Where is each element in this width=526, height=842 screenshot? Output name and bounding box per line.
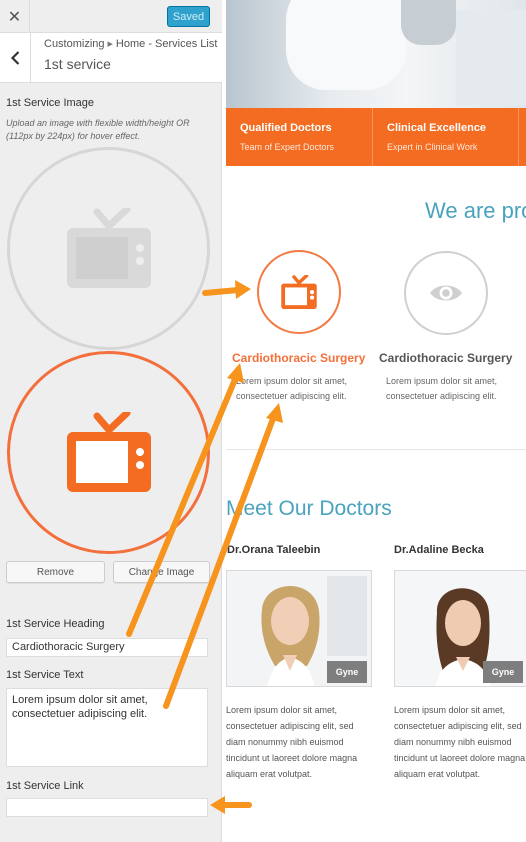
feature-item[interactable]: Qualified Doctors Team of Expert Doctors [226,108,371,166]
doctor-photo[interactable]: Gyne [226,570,372,687]
feature-item[interactable] [518,108,526,166]
service-text-textarea[interactable]: Lorem ipsum dolor sit amet, consectetuer… [6,688,208,767]
breadcrumb-path: Home - Services List [115,38,218,50]
service-icon-circle[interactable] [257,250,341,334]
feature-title: Clinical Excellence [387,122,487,134]
service-heading-label: 1st Service Heading [6,618,105,630]
eye-icon [430,285,462,301]
service-heading-input[interactable]: Cardiothoracic Surgery [6,638,208,657]
chevron-left-icon[interactable] [0,33,31,83]
service-title[interactable]: Cardiothoracic Surgery [379,351,512,365]
tv-icon [66,411,151,492]
service-icon-circle[interactable] [404,251,488,335]
service-text-label: 1st Service Text [6,669,84,681]
caret-right-icon: ▶ [107,41,113,48]
remove-image-button[interactable]: Remove [6,561,105,583]
service-title[interactable]: Cardiothoracic Surgery [232,351,365,365]
change-image-button[interactable]: Change Image [113,561,210,583]
service-link-label: 1st Service Link [6,780,84,792]
section-divider [226,449,526,450]
service-image-preview-default [7,147,210,350]
customizer-topbar: ✕ Saved [0,0,222,33]
tv-icon [66,207,151,288]
service-image-label: 1st Service Image [6,97,95,109]
customizer-panel: ✕ Saved Customizing ▶ Home - Services List… [0,0,222,842]
site-preview: Qualified Doctors Team of Expert Doctors… [222,0,526,842]
service-image-description: Upload an image with flexible width/heig… [6,118,190,141]
feature-bar: Qualified Doctors Team of Expert Doctors… [226,108,526,166]
doctor-bio: Lorem ipsum dolor sit amet, consectetuer… [394,705,526,779]
doctor-name: Dr.Orana Taleebin [227,544,321,556]
hero-image [226,0,526,108]
service-text: Lorem ipsum dolor sit amet, consectetuer… [236,376,348,401]
doctor-name: Dr.Adaline Becka [394,544,484,556]
feature-item[interactable]: Clinical Excellence Expert in Clinical W… [372,108,517,166]
doctor-photo[interactable]: Gyne [394,570,526,687]
section-title: 1st service [44,56,111,72]
saved-button[interactable]: Saved [167,6,210,27]
doctor-specialty-tag: Gyne [483,661,523,683]
feature-title: Qualified Doctors [240,122,332,134]
feature-subtitle: Expert in Clinical Work [387,142,478,152]
doctors-heading: Meet Our Doctors [226,497,392,520]
feature-subtitle: Team of Expert Doctors [240,142,335,152]
doctor-bio: Lorem ipsum dolor sit amet, consectetuer… [226,705,358,779]
doctor-specialty-tag: Gyne [327,661,367,683]
tv-icon [281,274,317,309]
breadcrumb-prefix: Customizing [44,38,105,50]
section-header: Customizing ▶ Home - Services List 1st ser… [0,33,222,83]
service-image-preview-hover [7,351,210,554]
service-link-input[interactable] [6,798,208,817]
service-text: Lorem ipsum dolor sit amet, consectetuer… [386,376,498,401]
close-icon[interactable]: ✕ [0,0,30,33]
services-heading: We are pro [425,198,526,223]
breadcrumb: Customizing ▶ Home - Services List [44,38,217,50]
